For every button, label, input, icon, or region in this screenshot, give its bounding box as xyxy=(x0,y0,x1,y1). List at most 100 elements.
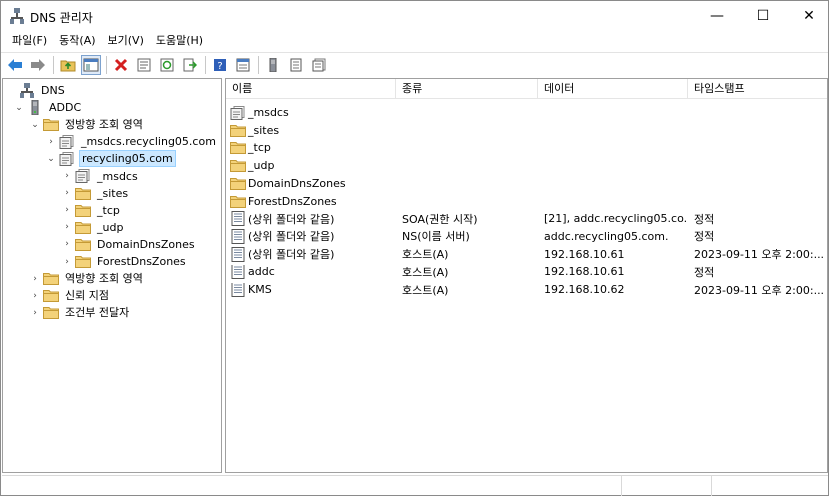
folder-icon xyxy=(75,203,91,217)
expand-arrow-icon[interactable]: › xyxy=(61,256,73,268)
collapse-arrow-icon[interactable]: ⌄ xyxy=(13,102,25,114)
expand-arrow-icon[interactable]: › xyxy=(61,221,73,233)
server-toolbar-icon[interactable] xyxy=(263,55,283,75)
cell-name: (상위 폴더와 같음) xyxy=(226,228,396,244)
list-row[interactable]: ForestDnsZones xyxy=(226,193,827,210)
tree-node[interactable]: › 신뢰 지점 xyxy=(29,287,111,304)
cell-type: 호스트(A) xyxy=(402,283,449,297)
tree-node[interactable]: › _udp xyxy=(61,219,125,236)
help-icon[interactable]: ? xyxy=(210,55,230,75)
console-tree: DNS ⌄ ADDC ⌄ 정방향 조회 영역 › _msdcs.recycling05.co… xyxy=(2,78,222,473)
back-icon[interactable] xyxy=(5,55,25,75)
tree-node[interactable]: ⌄ ADDC xyxy=(13,99,83,116)
svg-text:?: ? xyxy=(217,61,222,72)
tree-node[interactable]: › ForestDnsZones xyxy=(61,253,188,270)
column-header-timestamp[interactable]: 타임스탬프 xyxy=(688,79,827,99)
tree-node-label: DNS xyxy=(41,84,65,97)
tree-node[interactable]: › 조건부 전달자 xyxy=(29,304,131,321)
record-name: (상위 폴더와 같음) xyxy=(248,212,335,226)
record-icon xyxy=(230,282,246,297)
server-icon xyxy=(27,100,43,116)
collapse-arrow-icon[interactable]: ⌄ xyxy=(45,153,57,165)
list-row[interactable]: DomainDnsZones xyxy=(226,175,827,192)
expand-arrow-icon[interactable]: › xyxy=(29,307,41,319)
column-header-data[interactable]: 데이터 xyxy=(538,79,688,99)
column-header-type[interactable]: 종류 xyxy=(396,79,538,99)
delete-icon[interactable] xyxy=(111,55,131,75)
folder-icon xyxy=(75,186,91,200)
list-row[interactable]: (상위 폴더와 같음) 호스트(A) 192.168.10.61 2023-09-11… xyxy=(226,246,827,263)
column-header-name[interactable]: 이름 xyxy=(226,79,396,99)
tree-node[interactable]: ⌄ 정방향 조회 영역 xyxy=(29,116,145,133)
minimize-button[interactable]: — xyxy=(694,1,740,31)
toolbar: ? xyxy=(1,52,828,76)
list-row[interactable]: _sites xyxy=(226,122,827,139)
record-name: addc xyxy=(248,265,275,279)
list-row[interactable]: _msdcs xyxy=(226,104,827,121)
cell-type: 호스트(A) xyxy=(402,265,449,279)
list-row[interactable]: (상위 폴더와 같음) NS(이름 서버) addc.recycling05.com… xyxy=(226,228,827,245)
properties-icon[interactable] xyxy=(134,55,154,75)
cell-name: (상위 폴더와 같음) xyxy=(226,211,396,227)
expand-arrow-icon[interactable]: › xyxy=(45,136,57,148)
expand-arrow-icon[interactable]: › xyxy=(61,204,73,216)
title-bar: DNS 관리자 — ☐ ✕ xyxy=(1,1,828,31)
cell-data: 192.168.10.62 xyxy=(544,283,625,296)
toolbar-separator xyxy=(53,55,54,74)
record-icon xyxy=(230,246,246,262)
record-icon xyxy=(230,211,246,227)
window-title: DNS 관리자 xyxy=(30,11,93,25)
list-row[interactable]: addc 호스트(A) 192.168.10.61 정적 xyxy=(226,263,827,280)
cell-name: KMS xyxy=(226,282,396,297)
menu-action[interactable]: 동작(A) xyxy=(53,31,101,51)
collapse-arrow-icon[interactable]: ⌄ xyxy=(29,119,41,131)
cell-name: _tcp xyxy=(226,141,396,155)
record-name: _msdcs xyxy=(248,106,289,119)
expand-arrow-icon[interactable]: › xyxy=(61,238,73,250)
folder-icon xyxy=(230,141,246,155)
folder-icon xyxy=(230,123,246,137)
list-row[interactable]: (상위 폴더와 같음) SOA(권한 시작) [21], addc.recyclin… xyxy=(226,210,827,227)
cell-timestamp: 정적 xyxy=(694,212,715,226)
tree-node[interactable]: › 역방향 조회 영역 xyxy=(29,270,145,287)
record-icon xyxy=(230,228,246,244)
expand-arrow-icon[interactable]: › xyxy=(61,187,73,199)
tree-node[interactable]: DNS xyxy=(5,82,67,99)
list-row[interactable]: KMS 호스트(A) 192.168.10.62 2023-09-11 오후 2:00… xyxy=(226,281,827,298)
maximize-button[interactable]: ☐ xyxy=(740,1,786,31)
list-row[interactable]: _udp xyxy=(226,157,827,174)
folder-icon xyxy=(230,159,246,173)
refresh-icon[interactable] xyxy=(157,55,177,75)
tree-node-label: _msdcs.recycling05.com xyxy=(81,135,216,149)
folder-icon xyxy=(43,289,59,303)
tree-node-label: 역방향 조회 영역 xyxy=(65,272,143,286)
show-hide-console-tree-icon[interactable] xyxy=(81,54,101,75)
toolbar-separator xyxy=(106,55,107,74)
export-list-icon[interactable] xyxy=(180,55,200,75)
status-cell xyxy=(2,476,622,496)
expand-arrow-icon[interactable]: › xyxy=(61,170,73,182)
tree-node[interactable]: ⌄ recycling05.com xyxy=(45,150,176,168)
menu-file[interactable]: 파일(F) xyxy=(6,31,53,51)
zone-toolbar-icon[interactable] xyxy=(309,55,329,75)
cell-type: NS(이름 서버) xyxy=(402,230,470,244)
tree-node[interactable]: › _msdcs xyxy=(61,168,140,185)
tree-node[interactable]: › _sites xyxy=(61,185,130,202)
show-action-pane-icon[interactable] xyxy=(233,55,253,75)
expand-arrow-icon[interactable]: › xyxy=(29,290,41,302)
close-button[interactable]: ✕ xyxy=(786,1,829,31)
up-folder-icon[interactable] xyxy=(58,55,78,75)
record-list-icon[interactable] xyxy=(286,55,306,75)
list-header: 이름 종류 데이터 타임스탬프 xyxy=(226,79,827,99)
list-row[interactable]: _tcp xyxy=(226,139,827,156)
menu-view[interactable]: 보기(V) xyxy=(102,31,150,51)
tree-node[interactable]: › DomainDnsZones xyxy=(61,236,197,253)
tree-node[interactable]: › _tcp xyxy=(61,202,122,219)
tree-node[interactable]: › _msdcs.recycling05.com xyxy=(45,133,218,150)
expand-arrow-icon[interactable]: › xyxy=(29,273,41,285)
toolbar-separator xyxy=(258,55,259,74)
tree-node-label: recycling05.com xyxy=(79,150,176,168)
menu-help[interactable]: 도움말(H) xyxy=(150,31,209,51)
forward-icon[interactable] xyxy=(28,55,48,75)
cell-data: addc.recycling05.com. xyxy=(544,229,669,243)
